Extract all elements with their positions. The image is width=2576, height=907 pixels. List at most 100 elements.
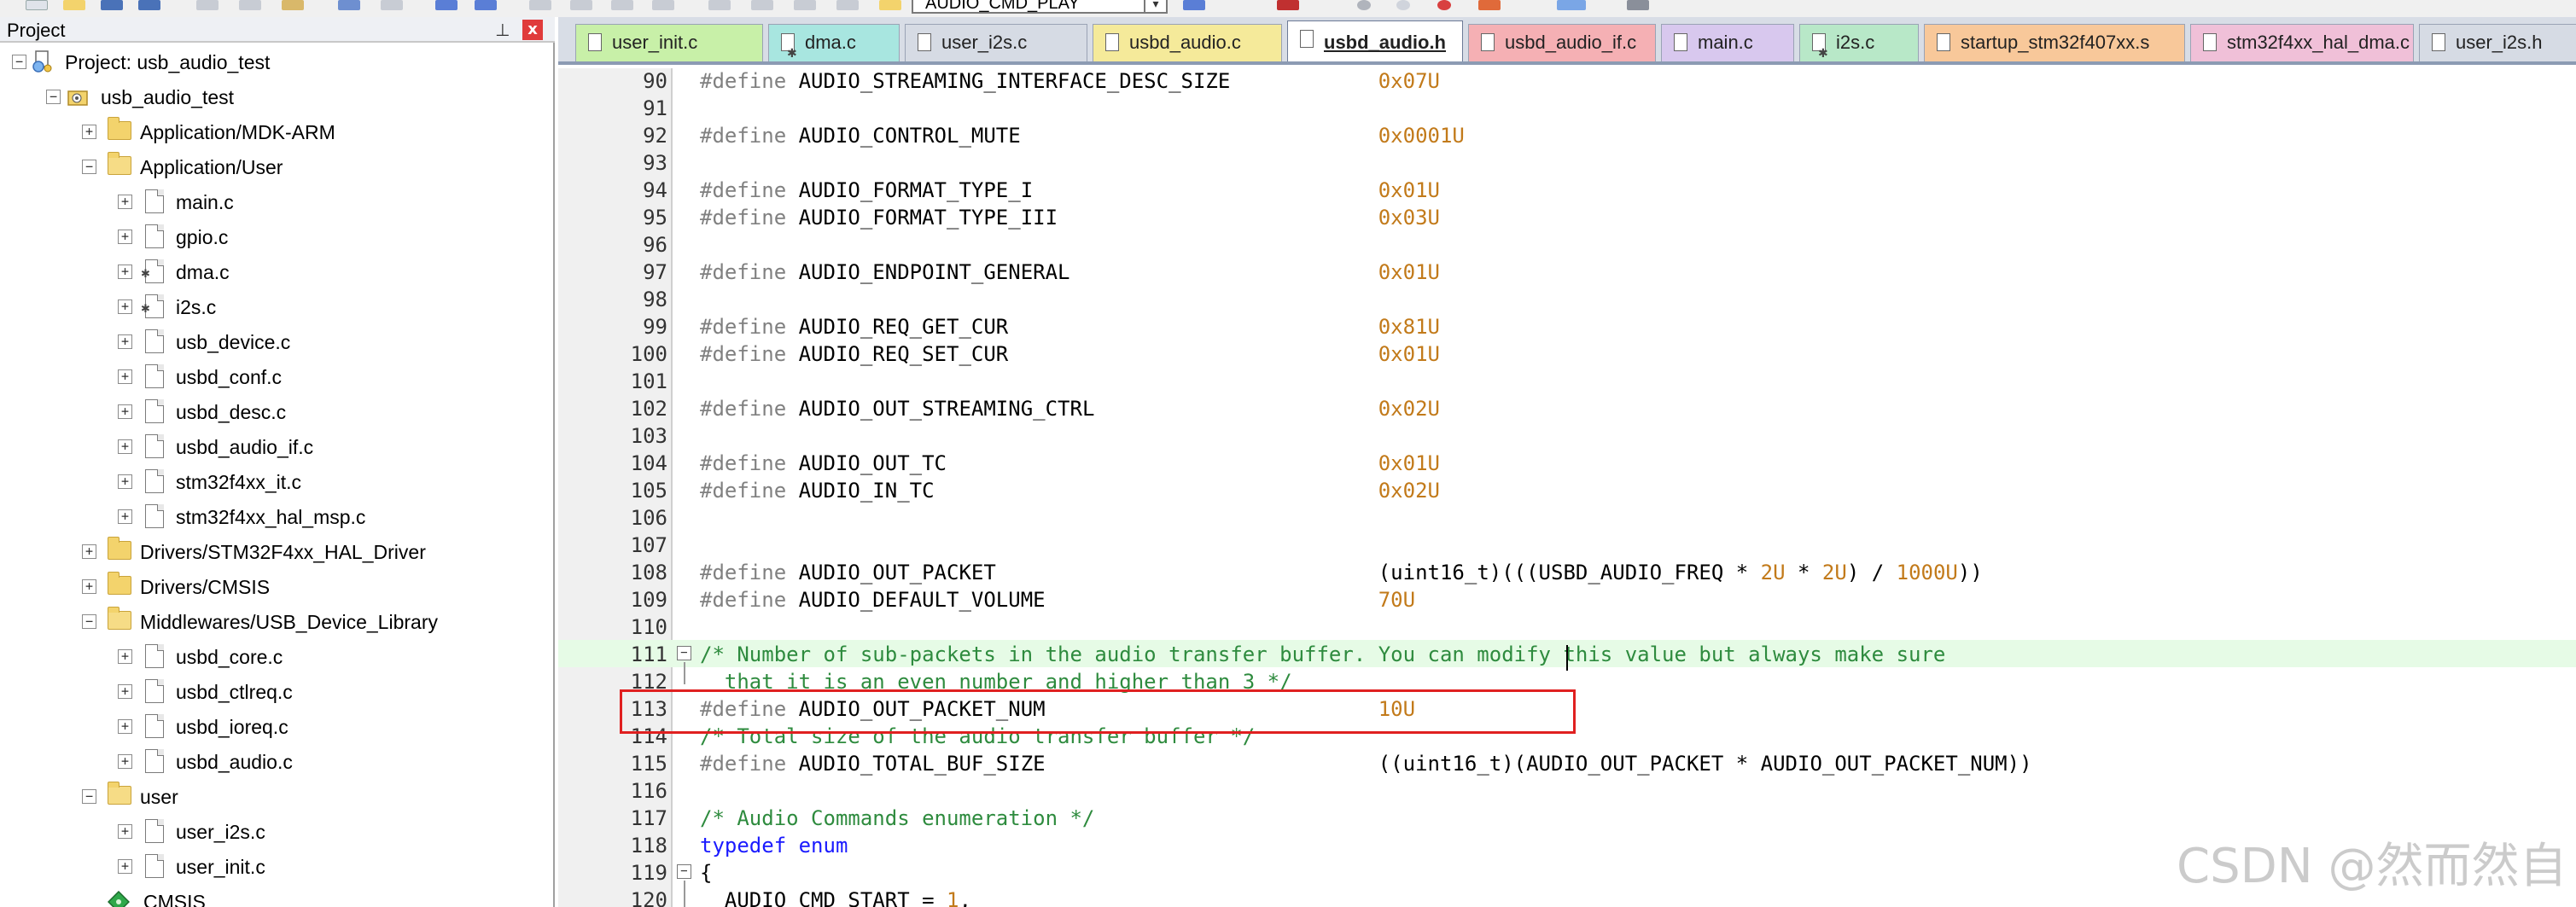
tree-item[interactable]: + ✱ dma.c — [0, 254, 546, 288]
tree-item[interactable]: + usbd_ioreq.c — [0, 709, 546, 743]
close-icon[interactable]: x — [522, 20, 543, 40]
expand-icon[interactable]: + — [118, 474, 132, 489]
expand-icon[interactable]: + — [118, 195, 132, 209]
open-folder-icon[interactable] — [63, 0, 85, 10]
tab-user-i2s-h[interactable]: user_i2s.h — [2419, 24, 2576, 61]
tree-item[interactable]: − user — [0, 779, 546, 813]
breakpoint-clear-icon[interactable] — [1437, 0, 1451, 10]
tree-item[interactable]: + usbd_ctlreq.c — [0, 674, 546, 708]
expand-icon[interactable]: + — [118, 439, 132, 454]
nav-forward-icon[interactable] — [475, 0, 497, 10]
tree-item[interactable]: − Middlewares/USB_Device_Library — [0, 604, 546, 638]
tree-item[interactable]: + Drivers/CMSIS — [0, 569, 546, 603]
uncomment-icon[interactable] — [836, 0, 859, 10]
cut-icon[interactable] — [196, 0, 219, 10]
tree-item[interactable]: − Application/User — [0, 149, 546, 183]
tree-item[interactable]: + user_i2s.c — [0, 814, 546, 848]
tab-startup-stm32f407xx-s[interactable]: startup_stm32f407xx.s — [1924, 24, 2185, 61]
copy-icon[interactable] — [239, 0, 261, 10]
find-combo-input[interactable]: AUDIO_CMD_PLAY — [912, 0, 1168, 14]
tree-item[interactable]: + stm32f4xx_hal_msp.c — [0, 499, 546, 533]
expand-icon[interactable]: + — [118, 509, 132, 524]
comment-icon[interactable] — [794, 0, 816, 10]
expand-icon[interactable]: + — [118, 230, 132, 244]
find-in-files-icon[interactable] — [1183, 0, 1205, 10]
expand-icon[interactable]: + — [118, 299, 132, 314]
expand-icon[interactable]: + — [82, 544, 96, 559]
tree-item[interactable]: + usbd_conf.c — [0, 359, 546, 393]
tree-item[interactable]: + gpio.c — [0, 219, 546, 253]
tree-item[interactable]: + user_init.c — [0, 849, 546, 883]
tree-item[interactable]: + stm32f4xx_it.c — [0, 464, 546, 498]
expand-icon[interactable]: + — [118, 334, 132, 349]
fold-collapse-icon[interactable]: − — [677, 864, 691, 879]
bookmark-prev-icon[interactable] — [570, 0, 592, 10]
breakpoint-icon[interactable] — [1396, 0, 1410, 10]
new-file-icon[interactable] — [26, 0, 48, 10]
tree-item[interactable]: + usbd_core.c — [0, 639, 546, 673]
expand-icon[interactable]: + — [118, 265, 132, 279]
code-line: 109 #define AUDIO_DEFAULT_VOLUME 70U — [558, 585, 2576, 613]
tree-item[interactable]: + usb_device.c — [0, 324, 546, 358]
expand-icon[interactable]: + — [118, 719, 132, 734]
pin-icon[interactable]: ⊥ — [493, 20, 512, 40]
tab-user-i2s-c[interactable]: user_i2s.c — [905, 24, 1087, 61]
tab-stm32f4xx-hal-dma-c[interactable]: stm32f4xx_hal_dma.c — [2190, 24, 2414, 61]
save-all-icon[interactable] — [138, 0, 160, 10]
tab-dma-c[interactable]: ✱ dma.c — [768, 24, 900, 61]
tree-item[interactable]: CMSIS — [0, 884, 546, 907]
tree-item[interactable]: + ✱ i2s.c — [0, 289, 546, 323]
tree-item[interactable]: + usbd_audio_if.c — [0, 429, 546, 463]
indent-icon[interactable] — [708, 0, 731, 10]
window-layout-icon[interactable] — [1557, 0, 1586, 10]
expand-icon[interactable]: + — [82, 125, 96, 139]
find-icon[interactable] — [879, 0, 901, 10]
expand-icon[interactable]: + — [82, 579, 96, 594]
expand-icon[interactable]: + — [118, 859, 132, 874]
code-editor[interactable]: 90 #define AUDIO_STREAMING_INTERFACE_DESC… — [558, 68, 2576, 907]
incremental-find-icon[interactable] — [1277, 0, 1299, 10]
bookmark-icon[interactable] — [529, 0, 551, 10]
line-number: 102 — [630, 397, 667, 421]
tree-item[interactable]: + main.c — [0, 184, 546, 218]
collapse-icon[interactable]: − — [82, 789, 96, 804]
collapse-icon[interactable]: − — [82, 614, 96, 629]
tree-item[interactable]: − Project: usb_audio_test — [0, 44, 546, 78]
debug-icon[interactable] — [1357, 0, 1371, 10]
tree-item[interactable]: + Application/MDK-ARM — [0, 114, 546, 148]
undo-icon[interactable] — [338, 0, 360, 10]
tab-usbd-audio-c[interactable]: usbd_audio.c — [1093, 24, 1282, 61]
expand-icon[interactable]: + — [118, 369, 132, 384]
redo-icon[interactable] — [381, 0, 403, 10]
paste-icon[interactable] — [282, 0, 304, 10]
collapse-icon[interactable]: − — [46, 90, 61, 104]
expand-icon[interactable]: + — [118, 824, 132, 839]
unindent-icon[interactable] — [751, 0, 773, 10]
tree-item[interactable]: − usb_audio_test — [0, 79, 546, 113]
fold-collapse-icon[interactable]: − — [677, 646, 691, 660]
tree-item[interactable]: + usbd_desc.c — [0, 394, 546, 428]
save-icon[interactable] — [101, 0, 123, 10]
configure-icon[interactable] — [1627, 0, 1649, 10]
collapse-icon[interactable]: − — [82, 160, 96, 174]
breakpoint-disable-icon[interactable] — [1478, 0, 1501, 10]
expand-icon[interactable]: + — [118, 684, 132, 699]
line-number: 97 — [643, 260, 667, 284]
expand-icon[interactable]: + — [118, 649, 132, 664]
tab-label: usbd_audio.h — [1324, 32, 1446, 53]
tab-user-init-c[interactable]: user_init.c — [575, 24, 763, 61]
tree-item[interactable]: + Drivers/STM32F4xx_HAL_Driver — [0, 534, 546, 568]
code-token: 0x02U — [1378, 397, 1440, 421]
tab-usbd-audio-h[interactable]: usbd_audio.h — [1287, 20, 1463, 61]
nav-back-icon[interactable] — [435, 0, 458, 10]
expand-icon[interactable]: + — [118, 404, 132, 419]
tab-main-c[interactable]: main.c — [1661, 24, 1794, 61]
tree-item[interactable]: + usbd_audio.c — [0, 744, 546, 778]
bookmark-clear-icon[interactable] — [652, 0, 674, 10]
chevron-down-icon[interactable]: ▾ — [1144, 0, 1166, 12]
expand-icon[interactable]: + — [118, 754, 132, 769]
bookmark-next-icon[interactable] — [611, 0, 633, 10]
tab-usbd-audio-if-c[interactable]: usbd_audio_if.c — [1468, 24, 1656, 61]
collapse-icon[interactable]: − — [12, 55, 26, 69]
tab-i2s-c[interactable]: ✱ i2s.c — [1799, 24, 1919, 61]
